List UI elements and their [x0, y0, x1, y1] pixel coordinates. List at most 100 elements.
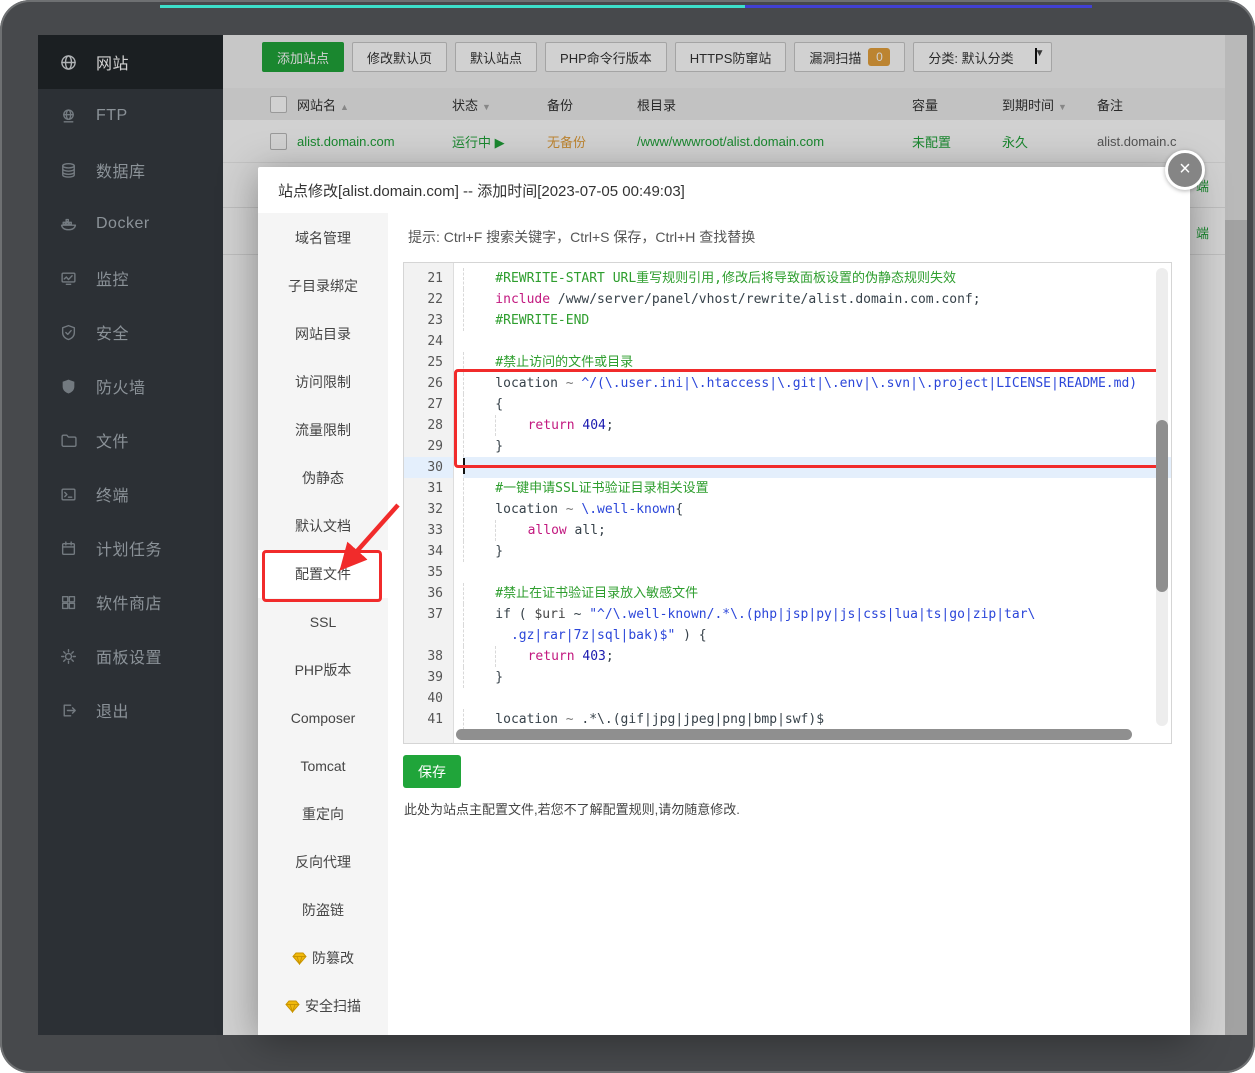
code-line — [463, 457, 1171, 478]
top-accent-blue — [745, 5, 1092, 8]
code-line: #一键申请SSL证书验证目录相关设置 — [463, 478, 1171, 499]
config-editor[interactable]: 21 22 23 24 25 26 27 28 29 30 31 32 33 34 35 36 37 38 39 40… — [403, 262, 1172, 744]
indent-guide — [463, 415, 495, 436]
line-number: 41 — [427, 712, 443, 727]
tab-label: 安全扫描 — [305, 998, 361, 1014]
line-number: 32 — [427, 502, 443, 517]
tab-subdir-bind[interactable]: 子目录绑定 — [258, 262, 388, 310]
tab-label: 域名管理 — [295, 230, 351, 246]
tab-ssl[interactable]: SSL — [258, 598, 388, 646]
line-number: 39 — [427, 670, 443, 685]
save-button[interactable]: 保存 — [403, 755, 461, 788]
text-cursor — [463, 458, 465, 474]
tab-site-dir[interactable]: 网站目录 — [258, 310, 388, 358]
top-accent-teal — [160, 5, 745, 8]
editor-code[interactable]: #REWRITE-START URL重写规则引用,修改后将导致面板设置的伪静态规… — [455, 263, 1171, 743]
tab-label: PHP版本 — [294, 662, 352, 678]
indent-guide — [463, 583, 495, 604]
config-file-panel: 提示: Ctrl+F 搜索关键字，Ctrl+S 保存，Ctrl+H 查找替换 2… — [388, 213, 1190, 1035]
code-line: .gz|rar|7z|sql|bak)$" ) { — [463, 625, 1171, 646]
tab-traffic-limit[interactable]: 流量限制 — [258, 406, 388, 454]
tab-tamper-proof[interactable]: 防篡改 — [258, 934, 388, 982]
premium-gem-icon — [285, 1000, 300, 1013]
code-line: #禁止在证书验证目录放入敏感文件 — [463, 583, 1171, 604]
tab-label: 重定向 — [302, 806, 344, 822]
line-number: 38 — [427, 649, 443, 664]
close-icon[interactable]: × — [1165, 150, 1205, 190]
editor-hint: 提示: Ctrl+F 搜索关键字，Ctrl+S 保存，Ctrl+H 查找替换 — [408, 229, 756, 245]
code-line: location ~ .*\.(gif|jpg|jpeg|png|bmp|swf… — [463, 709, 1171, 730]
indent-guide — [463, 499, 495, 520]
premium-gem-icon — [292, 952, 307, 965]
line-number: 37 — [427, 607, 443, 622]
tab-label: 伪静态 — [302, 470, 344, 486]
tab-label: 反向代理 — [295, 854, 351, 870]
editor-horizontal-scrollbar-thumb[interactable] — [456, 729, 1132, 740]
tab-label: 默认文档 — [295, 518, 351, 534]
indent-guide — [463, 394, 495, 415]
line-number: 29 — [427, 439, 443, 454]
code-line: return 403; — [463, 646, 1171, 667]
indent-guide — [463, 373, 495, 394]
indent-guide — [463, 520, 495, 541]
site-edit-modal: 站点修改[alist.domain.com] -- 添加时间[2023-07-0… — [258, 150, 1205, 1035]
code-line: location ~ ^/(\.user.ini|\.htaccess|\.gi… — [463, 373, 1171, 394]
code-line: allow all; — [463, 520, 1171, 541]
tab-label: 防篡改 — [312, 950, 354, 966]
code-line: #REWRITE-START URL重写规则引用,修改后将导致面板设置的伪静态规… — [463, 268, 1171, 289]
tab-tomcat[interactable]: Tomcat — [258, 742, 388, 790]
tab-label: 流量限制 — [295, 422, 351, 438]
browser-scrollbar[interactable] — [1225, 35, 1247, 1035]
line-number: 21 — [427, 271, 443, 286]
indent-guide — [463, 625, 495, 646]
tab-default-doc[interactable]: 默认文档 — [258, 502, 388, 550]
line-number: 24 — [427, 334, 443, 349]
line-number: 30 — [404, 457, 453, 478]
tab-redirect[interactable]: 重定向 — [258, 790, 388, 838]
modal-title: 站点修改[alist.domain.com] -- 添加时间[2023-07-0… — [278, 182, 685, 200]
line-number: 35 — [427, 565, 443, 580]
line-number: 31 — [427, 481, 443, 496]
tab-reverse-proxy[interactable]: 反向代理 — [258, 838, 388, 886]
indent-guide — [463, 478, 495, 499]
tab-composer[interactable]: Composer — [258, 694, 388, 742]
line-number: 34 — [427, 544, 443, 559]
tab-access-limit[interactable]: 访问限制 — [258, 358, 388, 406]
tab-security-scan[interactable]: 安全扫描 — [258, 982, 388, 1030]
tab-hotlink-protect[interactable]: 防盗链 — [258, 886, 388, 934]
indent-guide — [495, 520, 527, 541]
tab-php-version[interactable]: PHP版本 — [258, 646, 388, 694]
tab-domain-manage[interactable]: 域名管理 — [258, 214, 388, 262]
indent-guide — [463, 709, 495, 730]
tab-label: Composer — [290, 710, 356, 726]
line-number: 22 — [427, 292, 443, 307]
editor-vertical-scrollbar-thumb[interactable] — [1156, 420, 1168, 592]
indent-guide — [463, 604, 495, 625]
line-number: 23 — [427, 313, 443, 328]
code-line: location ~ \.well-known{ — [463, 499, 1171, 520]
indent-guide — [463, 541, 495, 562]
indent-guide — [463, 436, 495, 457]
tab-label: Tomcat — [300, 758, 346, 774]
app-viewport: 网站 FTP 数据库 Docker 监控 安全 防火墙 文件 终端 计划任务 软件商店 面板设置 退出 … — [38, 35, 1225, 1035]
code-line: } — [463, 436, 1171, 457]
browser-scrollbar-thumb[interactable] — [1225, 35, 1247, 220]
tab-label: 配置文件 — [295, 566, 351, 582]
tab-label: 网站目录 — [295, 326, 351, 342]
indent-guide — [463, 667, 495, 688]
line-number — [404, 625, 453, 646]
editor-line-numbers: 21 22 23 24 25 26 27 28 29 30 31 32 33 34 35 36 37 38 39 40… — [404, 263, 454, 743]
tab-config-file[interactable]: 配置文件 — [258, 550, 388, 598]
line-number: 28 — [427, 418, 443, 433]
code-line: include /www/server/panel/vhost/rewrite/… — [463, 289, 1171, 310]
editor-vertical-scrollbar[interactable] — [1156, 268, 1168, 726]
tab-label: 访问限制 — [295, 374, 351, 390]
code-line: } — [463, 667, 1171, 688]
code-line: } — [463, 541, 1171, 562]
tab-label: 子目录绑定 — [288, 278, 358, 294]
code-line: return 404; — [463, 415, 1171, 436]
tab-rewrite[interactable]: 伪静态 — [258, 454, 388, 502]
